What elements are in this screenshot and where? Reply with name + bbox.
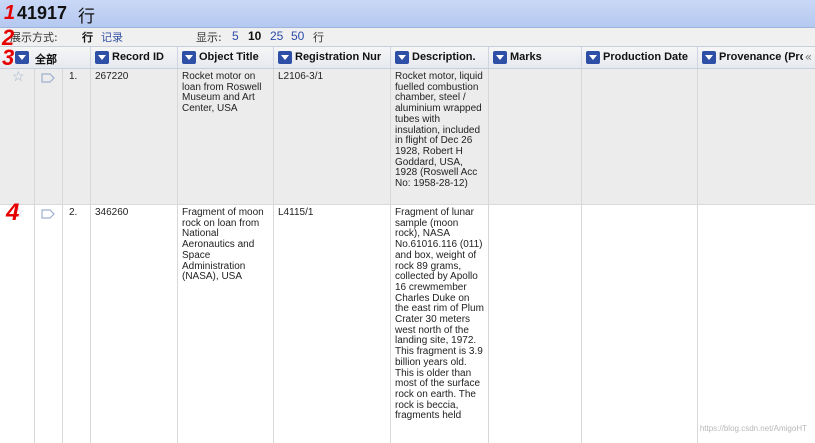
display-mode-rows[interactable]: 行 <box>82 29 93 45</box>
column-header-label: Record ID <box>112 51 164 63</box>
tag-icon[interactable] <box>41 209 55 219</box>
table-row[interactable]: ☆ 2. 346260 Fragment of moon rock on loa… <box>0 205 815 443</box>
column-header-production-date[interactable]: Production Date <box>582 47 698 68</box>
description: Rocket motor, liquid fuelled combustion … <box>395 71 483 190</box>
chevron-down-icon[interactable] <box>95 51 109 64</box>
chevron-down-icon[interactable] <box>586 51 600 64</box>
record-count-bar: 41917 行 <box>0 0 815 28</box>
registration-number: L4115/1 <box>278 207 314 218</box>
object-title: Rocket motor on loan from Roswell Museum… <box>182 71 262 115</box>
watermark: https://blog.csdn.net/AmigoHT <box>699 424 807 433</box>
column-header-object-title[interactable]: Object Title <box>178 47 274 68</box>
star-icon[interactable]: ☆ <box>12 69 25 83</box>
record-count-unit: 行 <box>78 7 95 27</box>
row-number: 1. <box>69 71 78 82</box>
registration-number: L2106-3/1 <box>278 71 324 82</box>
page-size-unit: 行 <box>313 31 324 44</box>
chevron-down-icon[interactable] <box>395 51 409 64</box>
record-id: 267220 <box>95 71 129 82</box>
column-header-all-label: 全部 <box>35 53 57 66</box>
column-header-label: Registration Nur <box>295 51 382 63</box>
display-mode-records-link[interactable]: 记录 <box>101 29 123 45</box>
chevron-down-icon[interactable] <box>493 51 507 64</box>
column-header-label: Object Title <box>199 51 259 63</box>
column-header-label: Description. <box>412 51 476 63</box>
collapse-columns-icon[interactable]: « <box>805 50 812 64</box>
chevron-down-icon[interactable] <box>182 51 196 64</box>
chevron-down-icon[interactable] <box>15 51 29 64</box>
annotation-4: 4 <box>6 199 20 226</box>
column-header-label: Provenance (Pro <box>719 51 803 63</box>
table-row[interactable]: ☆ 1. 267220 Rocket motor on loan from Ro… <box>0 69 815 205</box>
column-header-marks[interactable]: Marks <box>489 47 582 68</box>
tag-icon[interactable] <box>41 73 55 83</box>
column-header-row: 全部 Record ID Object Title Registration N… <box>0 46 815 69</box>
annotation-3: 3 <box>2 45 15 70</box>
display-options-row: 展示方式: 行 记录 显示: 5 10 25 50 行 <box>0 28 815 46</box>
chevron-down-icon[interactable] <box>702 51 716 64</box>
row-number: 2. <box>69 207 78 218</box>
column-header-label: Marks <box>510 51 542 63</box>
column-header-provenance[interactable]: Provenance (Pro <box>698 47 803 68</box>
column-header-record-id[interactable]: Record ID <box>91 47 178 68</box>
record-count: 41917 <box>17 3 68 23</box>
page-size-label: 显示: <box>196 31 222 44</box>
record-id: 346260 <box>95 207 129 218</box>
column-header-description[interactable]: Description. <box>391 47 489 68</box>
page-size-50-link[interactable]: 50 <box>291 29 304 43</box>
column-header-registration[interactable]: Registration Nur <box>274 47 391 68</box>
column-header-label: Production Date <box>603 51 688 63</box>
page-size-5-link[interactable]: 5 <box>232 29 239 43</box>
display-mode-label: 展示方式: <box>10 31 58 44</box>
object-title: Fragment of moon rock on loan from Natio… <box>182 207 264 283</box>
description: Fragment of lunar sample (moon rock), NA… <box>395 207 484 422</box>
annotation-1: 1 <box>4 2 16 24</box>
page-size-25-link[interactable]: 25 <box>270 29 283 43</box>
chevron-down-icon[interactable] <box>278 51 292 64</box>
page-size-10[interactable]: 10 <box>248 29 261 43</box>
